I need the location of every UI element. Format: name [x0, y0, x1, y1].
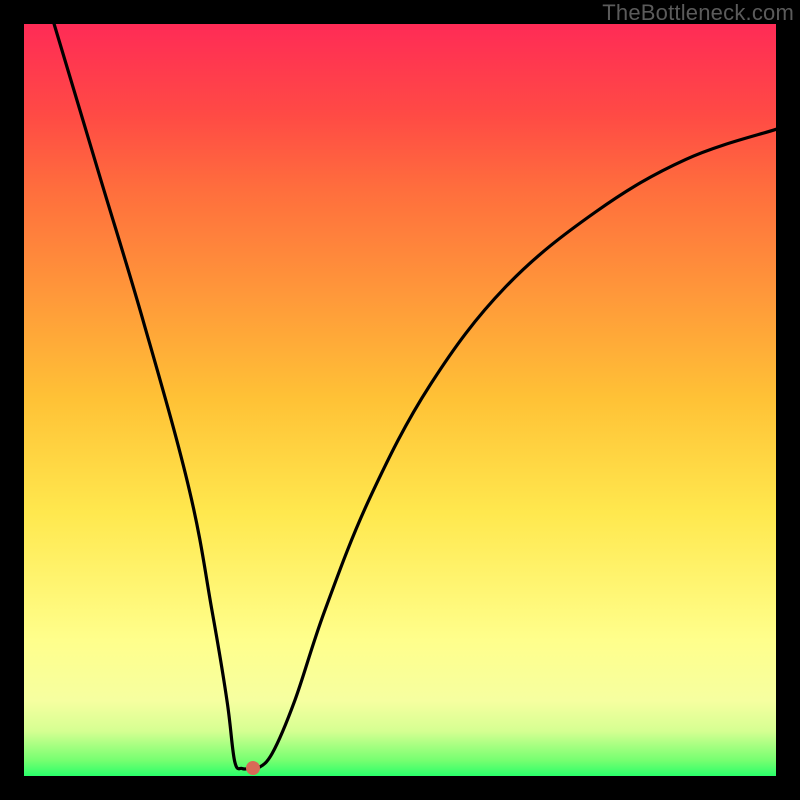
optimal-point-marker [246, 761, 260, 775]
plot-area [24, 24, 776, 776]
watermark-text: TheBottleneck.com [602, 0, 794, 26]
chart-frame: TheBottleneck.com [0, 0, 800, 800]
curve-path [54, 24, 776, 770]
bottleneck-curve [24, 24, 776, 776]
